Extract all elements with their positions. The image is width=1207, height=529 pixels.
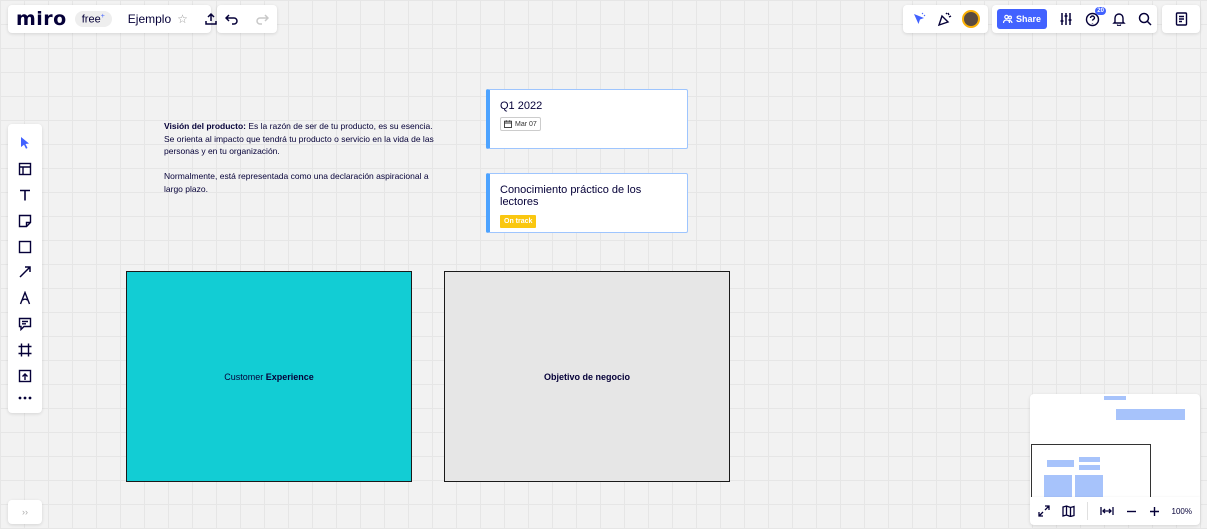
- chevron-right-double-icon: ››: [22, 507, 28, 517]
- minimap[interactable]: [1030, 394, 1200, 497]
- board-name[interactable]: Ejemplo: [128, 12, 171, 26]
- celebrate-icon[interactable]: [937, 11, 953, 27]
- creation-toolbar: [8, 124, 42, 413]
- shape-label: Customer Experience: [224, 371, 314, 382]
- frame-tool-icon[interactable]: [18, 343, 32, 357]
- minimap-item: [1104, 396, 1126, 400]
- vision-title: Visión del producto:: [164, 121, 247, 131]
- zoom-in-icon[interactable]: [1149, 506, 1160, 517]
- help-badge: 20: [1095, 6, 1106, 15]
- minimap-viewport[interactable]: [1031, 444, 1151, 497]
- vision-text-block[interactable]: Visión del producto: Es la razón de ser …: [164, 120, 434, 196]
- undo-icon[interactable]: [225, 12, 239, 26]
- users-icon: [1003, 14, 1013, 24]
- bell-icon[interactable]: [1112, 12, 1126, 26]
- status-badge[interactable]: On track: [500, 215, 537, 228]
- export-icon[interactable]: [204, 12, 218, 26]
- search-icon[interactable]: [1138, 12, 1152, 26]
- objetivo-negocio-shape[interactable]: Objetivo de negocio: [444, 271, 730, 482]
- star-icon[interactable]: ☆: [177, 12, 188, 26]
- text-tool-icon[interactable]: [18, 188, 32, 202]
- due-date-chip[interactable]: Mar 07: [500, 117, 541, 131]
- redo-icon[interactable]: [255, 12, 269, 26]
- customer-experience-shape[interactable]: Customer Experience: [126, 271, 412, 482]
- undo-redo-panel: [217, 5, 277, 33]
- select-tool-icon[interactable]: [18, 136, 32, 150]
- board-header: miro free+ Ejemplo ☆: [8, 5, 217, 33]
- comment-tool-icon[interactable]: [18, 317, 32, 332]
- card-conocimiento[interactable]: Conocimiento práctico de los lectores On…: [486, 173, 688, 233]
- plan-badge[interactable]: free+: [74, 10, 112, 28]
- pen-tool-icon[interactable]: [18, 291, 32, 305]
- card-q1-2022[interactable]: Q1 2022 Mar 07: [486, 89, 688, 149]
- upload-tool-icon[interactable]: [18, 369, 32, 383]
- line-tool-icon[interactable]: [18, 265, 32, 279]
- vision-paragraph: Visión del producto: Es la razón de ser …: [164, 120, 434, 158]
- card-title: Q1 2022: [500, 100, 543, 112]
- user-avatar[interactable]: [962, 10, 980, 28]
- zoom-panel: 100%: [1030, 497, 1200, 525]
- tools-panel: Share 20: [992, 5, 1157, 33]
- sticky-note-icon[interactable]: [18, 214, 32, 228]
- notes-panel: [1162, 5, 1200, 33]
- shape-tool-icon[interactable]: [18, 240, 32, 254]
- zoom-level[interactable]: 100%: [1172, 507, 1192, 516]
- notes-icon[interactable]: [1175, 12, 1188, 26]
- minimap-item: [1116, 409, 1185, 420]
- fullscreen-icon[interactable]: [1038, 505, 1050, 517]
- settings-sliders-icon[interactable]: [1059, 12, 1073, 26]
- more-tools-icon[interactable]: [18, 395, 32, 401]
- zoom-out-icon[interactable]: [1126, 506, 1137, 517]
- cursor-follow-icon[interactable]: [911, 11, 927, 27]
- collaboration-panel: [903, 5, 988, 33]
- fit-to-screen-icon[interactable]: [1100, 506, 1114, 516]
- miro-logo[interactable]: miro: [16, 8, 67, 30]
- help-icon[interactable]: 20: [1085, 6, 1106, 27]
- card-title: Conocimiento práctico de los lectores: [500, 184, 642, 208]
- map-icon[interactable]: [1062, 505, 1075, 517]
- vision-body-2: Normalmente, está representada como una …: [164, 171, 429, 194]
- divider: [1086, 502, 1088, 520]
- shape-label: Objetivo de negocio: [543, 371, 630, 382]
- calendar-icon: [504, 120, 512, 128]
- templates-icon[interactable]: [18, 162, 32, 176]
- expand-sidebar-button[interactable]: ››: [8, 500, 42, 524]
- share-button[interactable]: Share: [997, 9, 1048, 29]
